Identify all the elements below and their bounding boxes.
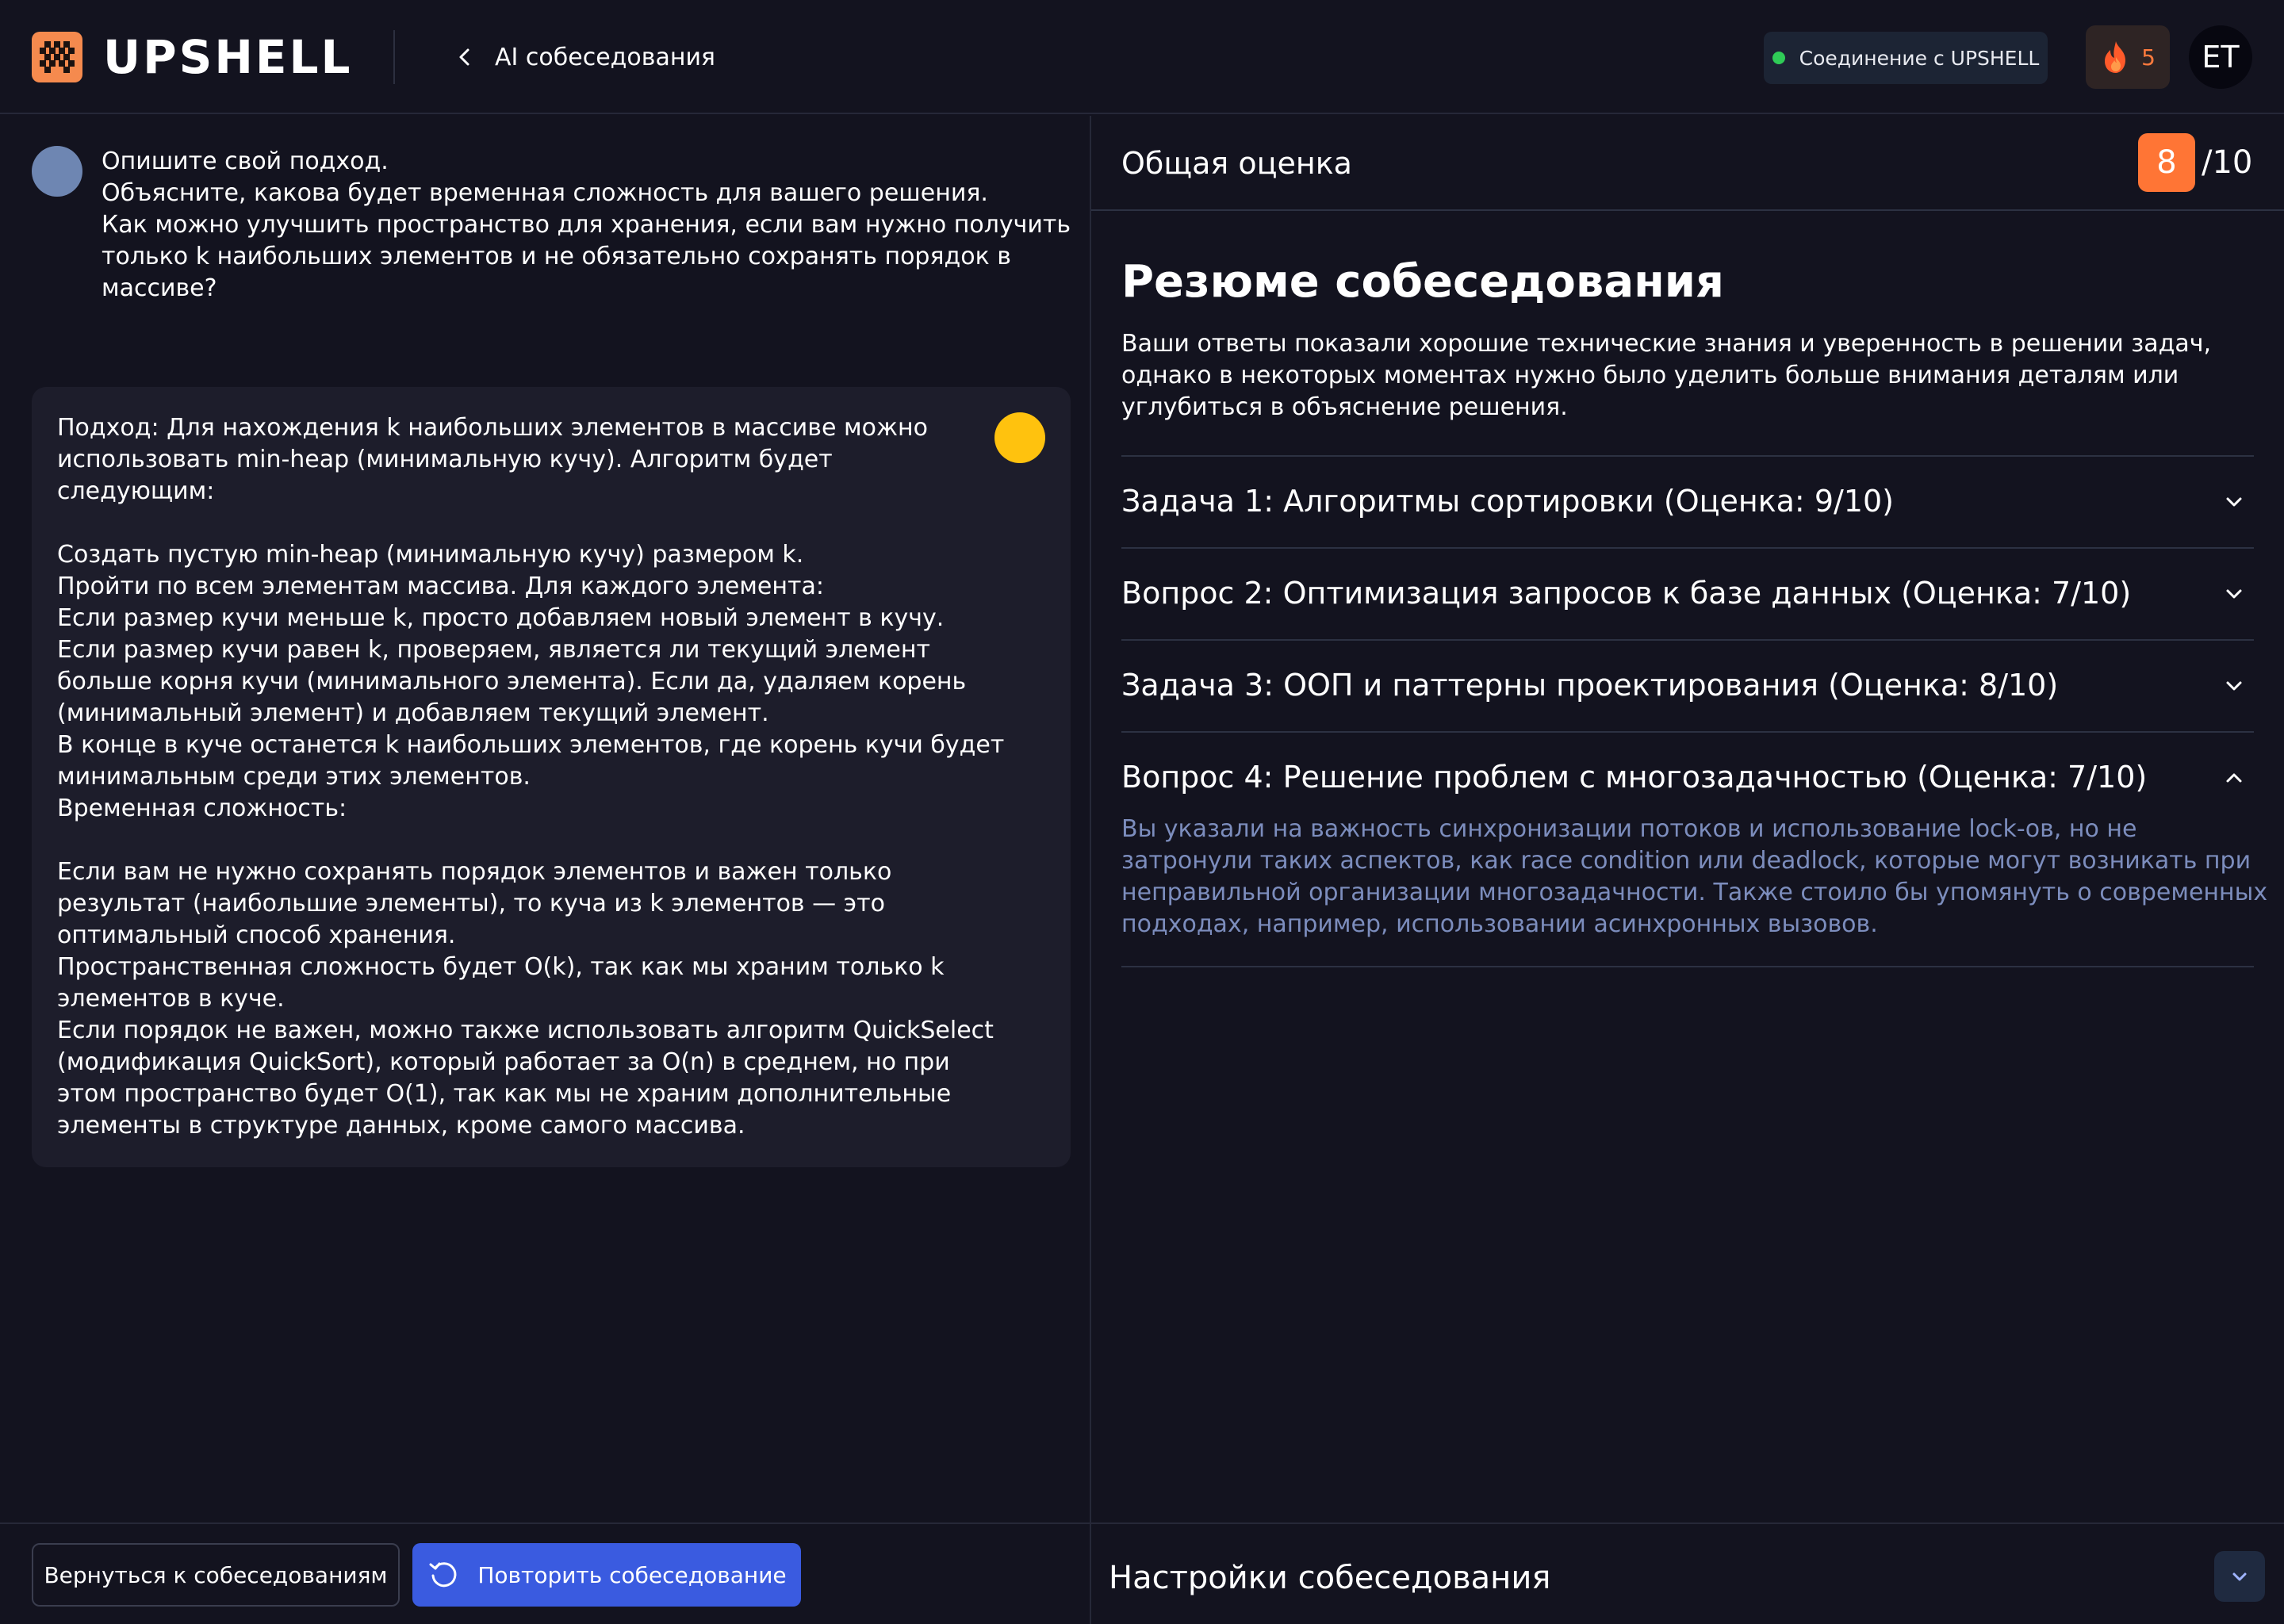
brand-name: UPSHELL: [103, 30, 353, 84]
accordion-body: Вы указали на важность синхронизации пот…: [1121, 814, 2268, 966]
chat-footer: Вернуться к собеседованиям Повторить соб…: [0, 1522, 1090, 1624]
panel-divider: [1090, 116, 1091, 1624]
app-root: UPSHELL AI собеседования Соединение с UP…: [0, 0, 2284, 1624]
answer-line: [57, 508, 993, 539]
chevron-up-icon: [2226, 773, 2242, 783]
accordion-title: Задача 1: Алгоритмы сортировки (Оценка: …: [1121, 484, 1894, 519]
connection-status-label: Соединение с UPSHELL: [1799, 46, 2040, 70]
answer-line: следующим:: [57, 477, 215, 505]
accordion-item-question-2: Вопрос 2: Оптимизация запросов к базе да…: [1121, 547, 2254, 639]
answer-line: Если размер кучи меньше k, просто добавл…: [57, 604, 945, 632]
accordion-divider: [1121, 966, 2254, 967]
answer-line: Создать пустую min-heap (минимальную куч…: [57, 541, 804, 569]
summary-line: Ваши ответы показали хорошие технические…: [1121, 330, 2211, 358]
back-to-ai-interviews-link[interactable]: AI собеседования: [454, 36, 715, 78]
retry-interview-label: Повторить собеседование: [477, 1561, 787, 1588]
chevron-down-icon: [2226, 497, 2242, 507]
connection-status-badge: Соединение с UPSHELL: [1764, 32, 2048, 84]
accordion-body-line: подходах, например, использовании асинхр…: [1121, 910, 1878, 938]
answer-line: этом пространство будет O(1), так как мы…: [57, 1080, 952, 1108]
accordion-title: Вопрос 2: Оптимизация запросов к базе да…: [1121, 576, 2132, 611]
accordion-header[interactable]: Вопрос 4: Решение проблем с многозадачно…: [1121, 733, 2254, 823]
user-answer-indicator: [994, 412, 1045, 463]
retry-interview-button[interactable]: Повторить собеседование: [412, 1543, 801, 1607]
user-avatar[interactable]: ET: [2189, 25, 2252, 89]
answer-line: результат (наибольшие элементы), то куча…: [57, 890, 885, 917]
answer-line: [57, 825, 993, 856]
answer-line: минимальным среди этих элементов.: [57, 763, 531, 791]
answer-line: В конце в куче останется k наибольших эл…: [57, 731, 1005, 759]
top-bar: UPSHELL AI собеседования Соединение с UP…: [0, 0, 2284, 114]
question-line: Как можно улучшить пространство для хран…: [102, 211, 1071, 239]
overall-score-bar: Общая оценка 8 /10: [1091, 116, 2284, 211]
question-line: только k наибольших элементов и не обяза…: [102, 243, 1011, 270]
answer-line: оптимальный способ хранения.: [57, 921, 456, 949]
interview-settings-toggle[interactable]: [2214, 1551, 2265, 1602]
streak-count: 5: [2141, 44, 2156, 71]
interview-settings-bar: Настройки собеседования: [1091, 1522, 2284, 1624]
chevron-down-icon: [2232, 1572, 2247, 1581]
answer-line: использовать min-heap (минимальную кучу)…: [57, 446, 833, 473]
answer-line: Пройти по всем элементам массива. Для ка…: [57, 573, 824, 600]
accordion-item-task-1: Задача 1: Алгоритмы сортировки (Оценка: …: [1121, 455, 2254, 547]
accordion-body-line: затронули таких аспектов, как race condi…: [1121, 847, 2251, 875]
accordion-header[interactable]: Задача 3: ООП и паттерны проектирования …: [1121, 641, 2254, 731]
question-line: массиве?: [102, 274, 217, 302]
overall-score-value: 8: [2138, 133, 2195, 192]
accordion-header[interactable]: Вопрос 2: Оптимизация запросов к базе да…: [1121, 549, 2254, 639]
back-link-label: AI собеседования: [495, 43, 715, 71]
answer-message: Подход: Для нахождения k наибольших элем…: [57, 412, 1005, 1142]
answer-line: Если порядок не важен, можно также испол…: [57, 1017, 994, 1044]
answer-line: Если размер кучи равен k, проверяем, явл…: [57, 636, 930, 664]
chevron-left-icon: [459, 48, 469, 66]
answer-line: Пространственная сложность будет O(k), т…: [57, 953, 945, 981]
accordion-header[interactable]: Задача 1: Алгоритмы сортировки (Оценка: …: [1121, 457, 2254, 547]
overall-score-total: /10: [2202, 144, 2253, 181]
status-dot-icon: [1772, 52, 1785, 64]
answer-line: Временная сложность:: [57, 795, 347, 822]
chevron-down-icon: [2226, 681, 2242, 691]
accordion-body-line: неправильной организации многозадачности…: [1121, 879, 2268, 906]
answer-line: элементов в куче.: [57, 985, 285, 1013]
accordion-item-question-4: Вопрос 4: Решение проблем с многозадачно…: [1121, 731, 2268, 966]
streak-badge[interactable]: 5: [2086, 25, 2170, 89]
accordion-item-task-3: Задача 3: ООП и паттерны проектирования …: [1121, 639, 2254, 731]
accordion-title: Задача 3: ООП и паттерны проектирования …: [1121, 668, 2059, 703]
answer-line: (минимальный элемент) и добавляем текущи…: [57, 699, 769, 727]
upshell-logo-icon[interactable]: [32, 32, 82, 82]
summary-line: однако в некоторых моментах нужно было у…: [1121, 362, 2179, 389]
answer-line: Если вам не нужно сохранять порядок элем…: [57, 858, 892, 886]
question-message: Опишите свой подход. Объясните, какова б…: [102, 146, 1071, 304]
answer-line: (модификация QuickSort), который работае…: [57, 1048, 950, 1076]
question-line: Опишите свой подход.: [102, 147, 389, 175]
question-line: Объясните, какова будет временная сложно…: [102, 179, 988, 207]
overall-score-label: Общая оценка: [1121, 146, 1352, 181]
answer-line: Подход: Для нахождения k наибольших элем…: [57, 414, 928, 442]
chevron-down-icon: [2226, 589, 2242, 599]
fire-icon: [2105, 41, 2126, 73]
summary-line: углубиться в объяснение решения.: [1121, 393, 1568, 421]
interviewer-avatar: [32, 146, 82, 197]
summary-title: Резюме собеседования: [1121, 256, 1724, 308]
answer-line: больше корня кучи (минимального элемента…: [57, 668, 967, 695]
refresh-icon: [429, 1562, 457, 1588]
back-to-interviews-button[interactable]: Вернуться к собеседованиям: [32, 1543, 400, 1607]
answer-line: элементы в структуре данных, кроме самог…: [57, 1112, 745, 1139]
header-divider: [393, 30, 395, 84]
interview-settings-label: Настройки собеседования: [1109, 1560, 1551, 1596]
accordion-title: Вопрос 4: Решение проблем с многозадачно…: [1121, 760, 2148, 795]
summary-text: Ваши ответы показали хорошие технические…: [1121, 328, 2255, 423]
